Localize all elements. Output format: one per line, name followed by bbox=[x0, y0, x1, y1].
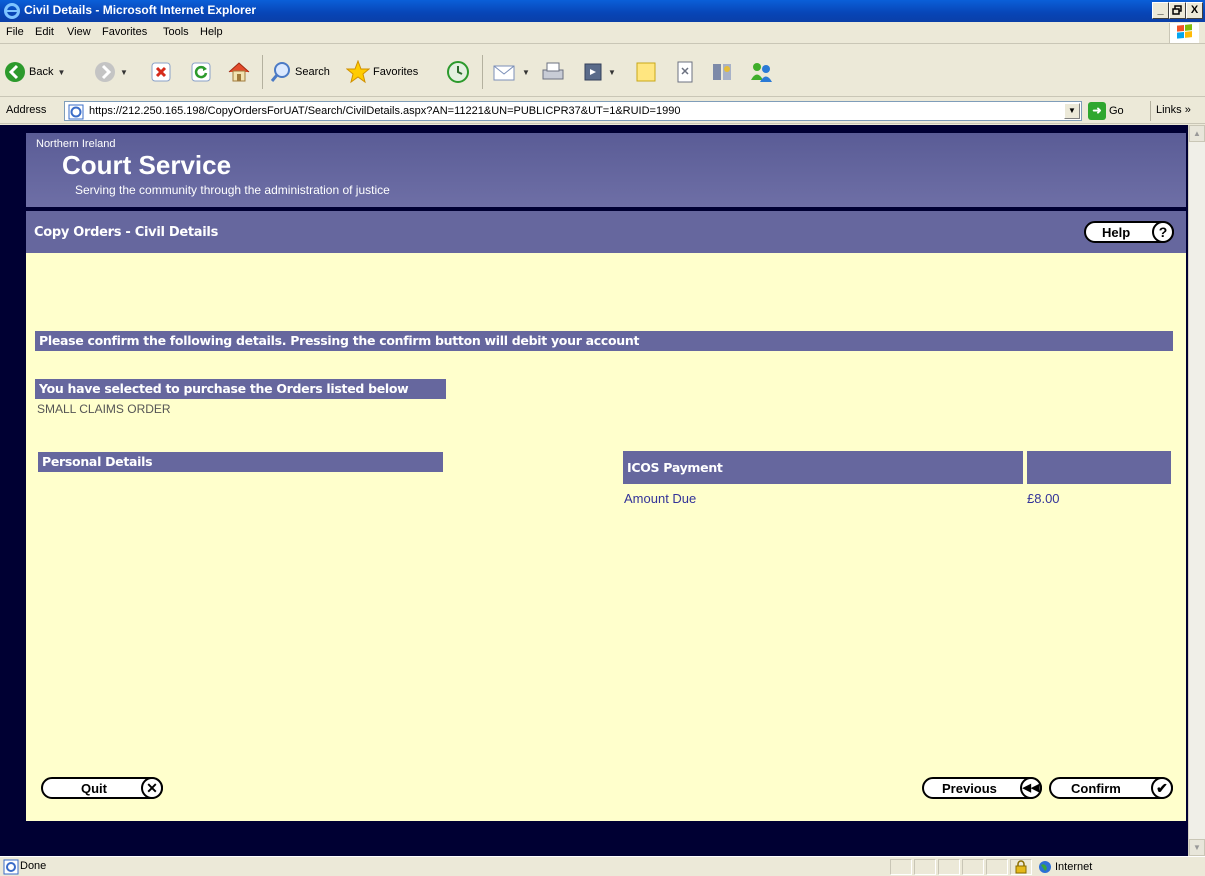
payment-heading-blank bbox=[1027, 451, 1171, 484]
windows-flag-icon bbox=[1169, 23, 1199, 43]
banner-name: Court Service bbox=[62, 150, 232, 180]
refresh-icon bbox=[191, 62, 211, 82]
star-icon bbox=[346, 60, 370, 84]
maximize-button[interactable] bbox=[1169, 2, 1186, 19]
banner-org: Northern Ireland bbox=[36, 138, 116, 150]
close-button[interactable]: X bbox=[1186, 2, 1203, 19]
menu-bar: File Edit View Favorites Tools Help bbox=[0, 22, 1205, 44]
forward-arrow-icon bbox=[95, 62, 115, 82]
order-item: SMALL CLAIMS ORDER bbox=[37, 402, 171, 416]
close-icon: ✕ bbox=[141, 777, 163, 799]
menu-tools[interactable]: Tools bbox=[163, 26, 189, 38]
search-button[interactable]: Search bbox=[270, 53, 330, 91]
chevron-down-icon[interactable]: ▼ bbox=[57, 68, 65, 77]
checkmark-icon: ✔ bbox=[1151, 777, 1173, 799]
refresh-button[interactable] bbox=[190, 53, 212, 91]
status-text: Done bbox=[20, 860, 47, 872]
amount-due-value: £8.00 bbox=[1027, 491, 1060, 506]
vertical-scrollbar[interactable]: ▲ ▼ bbox=[1188, 125, 1205, 856]
home-button[interactable] bbox=[226, 53, 252, 91]
messenger-icon bbox=[751, 63, 772, 82]
document-icon bbox=[677, 61, 693, 83]
banner-tagline: Serving the community through the admini… bbox=[75, 183, 390, 197]
page-icon bbox=[68, 104, 84, 120]
page-viewport: Northern Ireland Court Service Serving t… bbox=[0, 125, 1205, 856]
window-titlebar[interactable]: Civil Details - Microsoft Internet Explo… bbox=[0, 0, 1205, 22]
menu-favorites[interactable]: Favorites bbox=[102, 26, 147, 38]
go-arrow-icon: ➜ bbox=[1088, 102, 1106, 120]
rewind-icon: ◀◀ bbox=[1020, 777, 1042, 799]
previous-button[interactable]: Previous ◀◀ bbox=[922, 777, 1042, 799]
back-button[interactable]: Back ▼ bbox=[4, 53, 65, 91]
help-button[interactable]: Help ? bbox=[1084, 221, 1174, 243]
go-button[interactable]: ➜ Go bbox=[1088, 102, 1124, 120]
history-button[interactable] bbox=[446, 53, 470, 91]
stop-button[interactable] bbox=[150, 53, 172, 91]
menu-view[interactable]: View bbox=[67, 26, 91, 38]
page-title: Copy Orders - Civil Details bbox=[34, 225, 219, 240]
quit-button[interactable]: Quit ✕ bbox=[41, 777, 163, 799]
print-button[interactable] bbox=[540, 53, 566, 91]
back-arrow-icon bbox=[5, 62, 25, 82]
print-icon bbox=[542, 62, 564, 80]
menu-edit[interactable]: Edit bbox=[35, 26, 54, 38]
note-icon bbox=[636, 62, 656, 82]
window-title: Civil Details - Microsoft Internet Explo… bbox=[24, 3, 257, 17]
forward-button[interactable]: ▼ bbox=[94, 53, 128, 91]
standard-toolbar: Back ▼ ▼ Search Favorites ▼ ▼ bbox=[0, 45, 1205, 97]
media-button[interactable] bbox=[710, 53, 734, 91]
mail-button[interactable]: ▼ bbox=[492, 53, 530, 91]
links-button[interactable]: Links » bbox=[1156, 104, 1191, 116]
stop-icon bbox=[151, 62, 171, 82]
page-done-icon bbox=[3, 859, 19, 875]
confirm-heading: Please confirm the following details. Pr… bbox=[35, 331, 1173, 351]
messenger-button[interactable] bbox=[748, 53, 774, 91]
address-url: https://212.250.165.198/CopyOrdersForUAT… bbox=[89, 105, 681, 117]
search-icon bbox=[270, 62, 290, 82]
security-zone: Internet bbox=[1038, 860, 1092, 874]
orders-heading: You have selected to purchase the Orders… bbox=[35, 379, 446, 399]
chevron-down-icon[interactable]: ▼ bbox=[522, 68, 530, 77]
lock-icon bbox=[1015, 860, 1027, 874]
globe-icon bbox=[1039, 861, 1051, 873]
address-input[interactable]: https://212.250.165.198/CopyOrdersForUAT… bbox=[64, 101, 1082, 121]
research-button[interactable] bbox=[674, 53, 696, 91]
page-content: Please confirm the following details. Pr… bbox=[26, 253, 1186, 821]
mail-icon bbox=[493, 65, 515, 81]
scroll-down-button[interactable]: ▼ bbox=[1189, 839, 1205, 856]
site-banner: Northern Ireland Court Service Serving t… bbox=[26, 133, 1186, 207]
minimize-button[interactable]: _ bbox=[1152, 2, 1169, 19]
confirm-button[interactable]: Confirm ✔ bbox=[1049, 777, 1173, 799]
address-dropdown-button[interactable]: ▼ bbox=[1064, 103, 1080, 119]
history-icon bbox=[447, 61, 469, 83]
edit-icon bbox=[584, 63, 602, 81]
personal-details-heading: Personal Details bbox=[38, 452, 443, 472]
chevron-down-icon[interactable]: ▼ bbox=[608, 68, 616, 77]
page-title-bar: Copy Orders - Civil Details Help ? bbox=[26, 211, 1186, 253]
restore-icon bbox=[1172, 5, 1182, 15]
status-bar: Done Internet bbox=[0, 856, 1205, 876]
ie-logo-icon bbox=[4, 3, 20, 19]
address-bar: Address https://212.250.165.198/CopyOrde… bbox=[0, 98, 1205, 124]
edit-button[interactable]: ▼ bbox=[582, 53, 616, 91]
address-label: Address bbox=[6, 104, 47, 116]
discuss-button[interactable] bbox=[634, 53, 658, 91]
menu-help[interactable]: Help bbox=[200, 26, 223, 38]
payment-heading: ICOS Payment bbox=[623, 451, 1023, 484]
question-icon: ? bbox=[1152, 221, 1174, 243]
menu-file[interactable]: File bbox=[6, 26, 24, 38]
media-icon bbox=[713, 64, 731, 80]
chevron-down-icon[interactable]: ▼ bbox=[120, 68, 128, 77]
favorites-button[interactable]: Favorites bbox=[346, 53, 418, 91]
home-icon bbox=[228, 62, 250, 82]
scroll-up-button[interactable]: ▲ bbox=[1189, 125, 1205, 142]
amount-due-label: Amount Due bbox=[624, 491, 697, 506]
